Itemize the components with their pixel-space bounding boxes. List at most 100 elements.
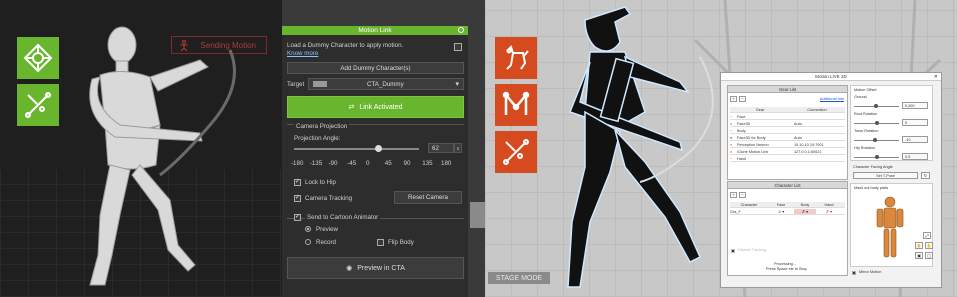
torso-rotation-input[interactable]: -10 (902, 136, 928, 143)
motion-target-icon[interactable] (17, 37, 59, 79)
send-to-ca-label: Send to Cartoon Animator (305, 214, 381, 221)
slider-handle[interactable] (375, 145, 383, 152)
hip-rotation-input[interactable]: 0.0 (902, 153, 928, 160)
root-rotation-input[interactable]: 0 (902, 119, 928, 126)
preview-radio[interactable] (305, 226, 311, 232)
lock-icon[interactable]: ▣ (915, 252, 923, 259)
add-character-icon[interactable]: + (730, 192, 737, 198)
animal-rig-icon[interactable] (495, 37, 537, 79)
body-col-header: Body (800, 202, 810, 207)
bone-link-icon[interactable] (495, 131, 537, 173)
gear-list-header: Gear List (728, 86, 847, 93)
spinner-icon[interactable]: ⇕ (454, 143, 462, 153)
fit-view-icon[interactable]: ⤢ (923, 232, 931, 239)
remove-gear-icon[interactable]: − (739, 96, 746, 102)
ground-input[interactable]: 0.200 (902, 102, 928, 109)
reset-icon[interactable]: ↻ (921, 172, 930, 179)
camera-projection-heading: Camera Projection (294, 123, 350, 130)
table-row[interactable]: ● Face3D Auto (730, 121, 845, 127)
eye-icon: ◉ (346, 265, 353, 272)
record-radio[interactable] (305, 239, 311, 245)
face-col-header: Face (776, 202, 786, 207)
facing-angle-label: Character Facing Angle (853, 165, 893, 169)
angle-tick-label: -180 (291, 160, 304, 167)
body-mask-figure[interactable] (875, 196, 905, 262)
hand-right-icon[interactable]: ✋ (925, 242, 933, 249)
gear-list-section: Gear List + − Additional Info Gear Conne… (727, 85, 848, 180)
camera-tracking-checkbox[interactable]: ✓ (294, 195, 301, 202)
gear-name: Perception Neuron (737, 142, 769, 147)
mirror-motion-checkbox[interactable] (852, 271, 856, 275)
lock-to-hip-checkbox[interactable]: ✓ (294, 179, 301, 186)
torso-rotation-value: -10 (905, 137, 911, 142)
disable-tracking-checkbox[interactable] (731, 249, 735, 253)
remove-character-icon[interactable]: − (739, 192, 746, 198)
torso-rotation-slider[interactable] (854, 138, 899, 142)
projection-angle-input[interactable]: 62 (428, 143, 454, 153)
slider-handle[interactable] (875, 155, 879, 159)
gear-name: Body (737, 128, 746, 133)
panel-title-bar: Motion Link (282, 26, 468, 35)
link-activated-button[interactable]: ⇄ Link Activated (287, 96, 464, 118)
slider-handle[interactable] (875, 121, 879, 125)
gear-name: Hand (737, 156, 747, 161)
character-list-section: Character List + − Character Face Body H… (727, 181, 848, 276)
gear-list-title: Gear List (779, 86, 796, 92)
torso-rotation-label: Torso Rotation (854, 129, 879, 133)
slider-handle[interactable] (874, 104, 878, 108)
set-t-pose-button[interactable]: Set T-Pose (853, 172, 918, 179)
warning-icon[interactable]: ⚠ ▾ (770, 209, 792, 214)
slider-handle[interactable] (873, 138, 877, 142)
root-rotation-value: 0 (905, 120, 908, 125)
table-row[interactable]: ● iClone Motion Link 127.0.0.1:50021 (730, 149, 845, 155)
hip-rotation-slider[interactable] (854, 155, 899, 159)
ground-slider[interactable] (854, 104, 899, 108)
add-dummy-label: Add Dummy Character(s) (340, 64, 411, 72)
bone-link-icon[interactable] (17, 84, 59, 126)
gear-name: Face3D (737, 121, 751, 126)
reset-camera-label: Reset Camera (408, 194, 448, 201)
char-table-header: Character Face Body Hand (730, 202, 845, 208)
hand-left-icon[interactable]: ✋ (915, 242, 923, 249)
table-row[interactable]: ● Perception Neuron 10.10.10.10:7001 (730, 142, 845, 148)
preview-in-cta-button[interactable]: ◉ Preview in CTA (287, 257, 464, 279)
gear-col-header: Gear (755, 107, 765, 112)
send-to-ca-checkbox[interactable]: ✓ (294, 214, 301, 221)
gear-connection: Auto (794, 135, 802, 140)
additional-info-link[interactable]: Additional Info (820, 97, 844, 101)
hand-device-icon[interactable]: ✗ ▾ (818, 209, 840, 214)
flip-body-checkbox[interactable] (377, 239, 384, 246)
reset-camera-button[interactable]: Reset Camera (394, 191, 462, 204)
target-select[interactable]: CTA_Dummy ▾ (308, 78, 464, 90)
flip-body-label: Flip Body (388, 239, 414, 246)
body-device-icon[interactable]: ✗ ▾ (794, 209, 816, 214)
motion-live-2d-window: Motion LIVE 2D ✕ Gear List + − Additiona… (720, 72, 942, 288)
angle-tick-label: 135 (422, 160, 433, 167)
status-dot-icon: ● (730, 142, 733, 147)
motion-link-panel: Motion Link Load a Dummy Character to ap… (282, 26, 468, 297)
angle-tick-label: 0 (366, 160, 370, 167)
table-row[interactable]: Gra_F ⚠ ▾ ✗ ▾ ✗ ▾ (730, 209, 845, 215)
projection-angle-slider[interactable] (294, 145, 419, 152)
table-row[interactable]: − Body (730, 128, 845, 134)
expand-icon: − (730, 156, 733, 161)
know-more-link[interactable]: Know more (287, 50, 318, 57)
expand-icon: − (730, 128, 733, 133)
close-icon[interactable]: ✕ (934, 74, 938, 80)
table-row[interactable]: − Face (730, 114, 845, 120)
close-icon[interactable] (458, 27, 464, 33)
add-gear-icon[interactable]: + (730, 96, 737, 102)
unlock-icon[interactable]: ▢ (925, 252, 933, 259)
ml-title-bar: Motion LIVE 2D ✕ (721, 73, 941, 81)
motion-m-icon[interactable] (495, 84, 537, 126)
intro-text: Load a Dummy Character to apply motion. (287, 42, 404, 49)
angle-tick-label: -45 (347, 160, 357, 167)
set-t-pose-label: Set T-Pose (876, 173, 895, 178)
add-dummy-button[interactable]: Add Dummy Character(s) (287, 62, 464, 74)
table-row[interactable]: − Hand (730, 156, 845, 162)
root-rotation-slider[interactable] (854, 121, 899, 125)
help-icon[interactable] (454, 43, 462, 51)
stage-mode-label: STAGE MODE (495, 274, 543, 282)
table-row[interactable]: ● Face3D for Body Auto (730, 135, 845, 141)
ground-label: Ground (854, 95, 867, 99)
